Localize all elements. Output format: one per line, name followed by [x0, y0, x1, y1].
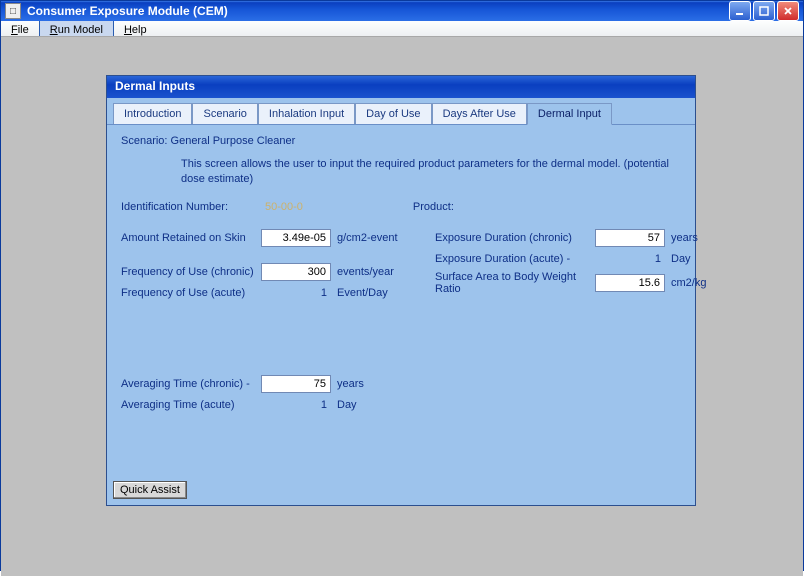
- close-icon: [783, 6, 793, 16]
- averaging-acute-label: Averaging Time (acute): [121, 399, 261, 411]
- window-controls: [729, 1, 799, 21]
- quick-assist-button[interactable]: Quick Assist: [113, 481, 187, 499]
- dialog-title: Dermal Inputs: [107, 76, 695, 98]
- titlebar: □ Consumer Exposure Module (CEM): [1, 1, 803, 21]
- minimize-icon: [735, 6, 745, 16]
- maximize-button[interactable]: [753, 1, 775, 21]
- exposure-chronic-input[interactable]: [595, 229, 665, 247]
- dermal-panel: Scenario: General Purpose Cleaner This s…: [107, 125, 695, 505]
- tab-day-of-use[interactable]: Day of Use: [355, 103, 431, 124]
- app-window: □ Consumer Exposure Module (CEM) File Ru…: [0, 0, 804, 571]
- menubar: File Run Model Help: [1, 21, 803, 37]
- exposure-chronic-label: Exposure Duration (chronic): [435, 232, 595, 244]
- tab-days-after-use[interactable]: Days After Use: [432, 103, 527, 124]
- sa-bw-label: Surface Area to Body Weight Ratio: [435, 271, 595, 295]
- frequency-chronic-input[interactable]: [261, 263, 331, 281]
- maximize-icon: [759, 6, 769, 16]
- exposure-acute-unit: Day: [671, 253, 751, 265]
- exposure-acute-value: 1: [595, 253, 665, 265]
- sa-bw-input[interactable]: [595, 274, 665, 292]
- app-icon: □: [5, 3, 21, 19]
- averaging-chronic-input[interactable]: [261, 375, 331, 393]
- amount-retained-input[interactable]: [261, 229, 331, 247]
- window-title: Consumer Exposure Module (CEM): [27, 4, 729, 18]
- panel-help-text: This screen allows the user to input the…: [181, 157, 681, 187]
- exposure-chronic-unit: years: [671, 232, 751, 244]
- client-area: Dermal Inputs Introduction Scenario Inha…: [1, 37, 803, 576]
- exposure-acute-label: Exposure Duration (acute) -: [435, 253, 595, 265]
- frequency-acute-label: Frequency of Use (acute): [121, 287, 261, 299]
- menu-run-model[interactable]: Run Model: [39, 21, 114, 36]
- amount-retained-unit: g/cm2-event: [337, 232, 417, 244]
- tab-introduction[interactable]: Introduction: [113, 103, 192, 124]
- tab-scenario[interactable]: Scenario: [192, 103, 257, 124]
- frequency-chronic-unit: events/year: [337, 266, 417, 278]
- frequency-acute-unit: Event/Day: [337, 287, 417, 299]
- tab-dermal-input[interactable]: Dermal Input: [527, 103, 612, 125]
- menu-file[interactable]: File: [1, 21, 39, 36]
- scenario-label: Scenario: General Purpose Cleaner: [121, 135, 681, 147]
- dermal-inputs-dialog: Dermal Inputs Introduction Scenario Inha…: [106, 75, 696, 506]
- close-button[interactable]: [777, 1, 799, 21]
- averaging-acute-unit: Day: [337, 399, 417, 411]
- tabstrip: Introduction Scenario Inhalation Input D…: [107, 98, 695, 125]
- frequency-acute-value: 1: [261, 287, 331, 299]
- menu-help[interactable]: Help: [114, 21, 157, 36]
- sa-bw-unit: cm2/kg: [671, 277, 751, 289]
- averaging-acute-value: 1: [261, 399, 331, 411]
- product-label: Product:: [413, 201, 454, 213]
- amount-retained-label: Amount Retained on Skin: [121, 232, 261, 244]
- averaging-chronic-label: Averaging Time (chronic) -: [121, 378, 261, 390]
- averaging-chronic-unit: years: [337, 378, 417, 390]
- frequency-chronic-label: Frequency of Use (chronic): [121, 266, 261, 278]
- minimize-button[interactable]: [729, 1, 751, 21]
- identification-number-label: Identification Number:: [121, 201, 261, 213]
- identification-number-value: 50-00-0: [265, 201, 303, 213]
- tab-inhalation-input[interactable]: Inhalation Input: [258, 103, 355, 124]
